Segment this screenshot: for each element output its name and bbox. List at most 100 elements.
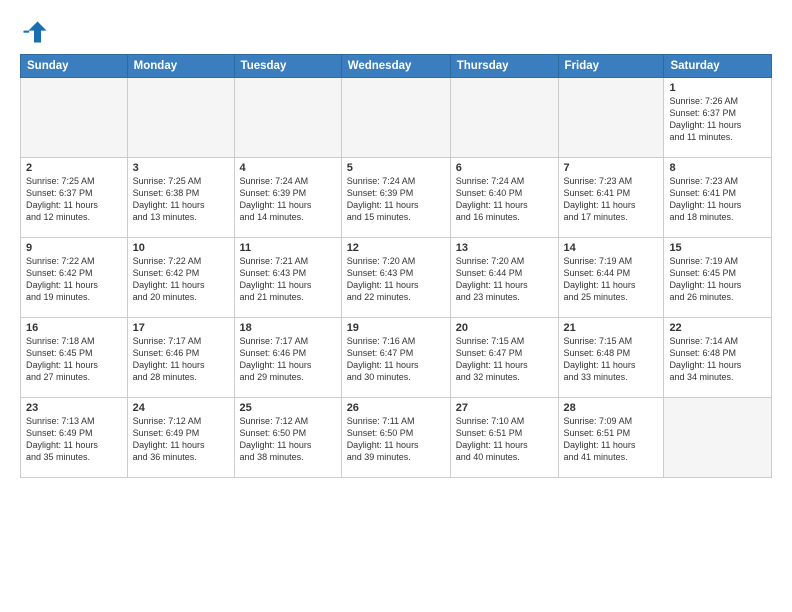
day-number: 2 <box>26 162 122 174</box>
cell-details: Sunrise: 7:17 AM Sunset: 6:46 PM Dayligh… <box>133 335 229 384</box>
calendar-week-row: 2Sunrise: 7:25 AM Sunset: 6:37 PM Daylig… <box>21 158 772 238</box>
cell-details: Sunrise: 7:15 AM Sunset: 6:47 PM Dayligh… <box>456 335 553 384</box>
calendar-header-monday: Monday <box>127 55 234 78</box>
calendar-cell: 13Sunrise: 7:20 AM Sunset: 6:44 PM Dayli… <box>450 238 558 318</box>
calendar-cell: 3Sunrise: 7:25 AM Sunset: 6:38 PM Daylig… <box>127 158 234 238</box>
calendar-cell <box>558 78 664 158</box>
cell-details: Sunrise: 7:19 AM Sunset: 6:44 PM Dayligh… <box>564 255 659 304</box>
cell-details: Sunrise: 7:16 AM Sunset: 6:47 PM Dayligh… <box>347 335 445 384</box>
calendar-cell: 14Sunrise: 7:19 AM Sunset: 6:44 PM Dayli… <box>558 238 664 318</box>
day-number: 13 <box>456 242 553 254</box>
calendar-cell: 10Sunrise: 7:22 AM Sunset: 6:42 PM Dayli… <box>127 238 234 318</box>
calendar-header-friday: Friday <box>558 55 664 78</box>
calendar-cell: 25Sunrise: 7:12 AM Sunset: 6:50 PM Dayli… <box>234 398 341 478</box>
cell-details: Sunrise: 7:10 AM Sunset: 6:51 PM Dayligh… <box>456 415 553 464</box>
calendar-cell: 21Sunrise: 7:15 AM Sunset: 6:48 PM Dayli… <box>558 318 664 398</box>
cell-details: Sunrise: 7:25 AM Sunset: 6:37 PM Dayligh… <box>26 175 122 224</box>
cell-details: Sunrise: 7:26 AM Sunset: 6:37 PM Dayligh… <box>669 95 766 144</box>
day-number: 25 <box>240 402 336 414</box>
day-number: 7 <box>564 162 659 174</box>
day-number: 21 <box>564 322 659 334</box>
cell-details: Sunrise: 7:14 AM Sunset: 6:48 PM Dayligh… <box>669 335 766 384</box>
calendar-cell <box>127 78 234 158</box>
calendar-cell: 20Sunrise: 7:15 AM Sunset: 6:47 PM Dayli… <box>450 318 558 398</box>
logo <box>20 18 52 46</box>
calendar-cell: 9Sunrise: 7:22 AM Sunset: 6:42 PM Daylig… <box>21 238 128 318</box>
day-number: 18 <box>240 322 336 334</box>
logo-icon <box>20 18 48 46</box>
cell-details: Sunrise: 7:24 AM Sunset: 6:40 PM Dayligh… <box>456 175 553 224</box>
day-number: 15 <box>669 242 766 254</box>
calendar-week-row: 23Sunrise: 7:13 AM Sunset: 6:49 PM Dayli… <box>21 398 772 478</box>
day-number: 19 <box>347 322 445 334</box>
day-number: 28 <box>564 402 659 414</box>
calendar-cell: 26Sunrise: 7:11 AM Sunset: 6:50 PM Dayli… <box>341 398 450 478</box>
day-number: 6 <box>456 162 553 174</box>
calendar-cell: 18Sunrise: 7:17 AM Sunset: 6:46 PM Dayli… <box>234 318 341 398</box>
calendar-cell: 19Sunrise: 7:16 AM Sunset: 6:47 PM Dayli… <box>341 318 450 398</box>
cell-details: Sunrise: 7:20 AM Sunset: 6:44 PM Dayligh… <box>456 255 553 304</box>
calendar-header-saturday: Saturday <box>664 55 772 78</box>
day-number: 10 <box>133 242 229 254</box>
day-number: 5 <box>347 162 445 174</box>
day-number: 24 <box>133 402 229 414</box>
calendar-cell: 2Sunrise: 7:25 AM Sunset: 6:37 PM Daylig… <box>21 158 128 238</box>
calendar-week-row: 9Sunrise: 7:22 AM Sunset: 6:42 PM Daylig… <box>21 238 772 318</box>
calendar-cell <box>341 78 450 158</box>
calendar-cell: 27Sunrise: 7:10 AM Sunset: 6:51 PM Dayli… <box>450 398 558 478</box>
calendar-week-row: 1Sunrise: 7:26 AM Sunset: 6:37 PM Daylig… <box>21 78 772 158</box>
cell-details: Sunrise: 7:24 AM Sunset: 6:39 PM Dayligh… <box>240 175 336 224</box>
day-number: 20 <box>456 322 553 334</box>
calendar-cell: 11Sunrise: 7:21 AM Sunset: 6:43 PM Dayli… <box>234 238 341 318</box>
calendar-cell: 22Sunrise: 7:14 AM Sunset: 6:48 PM Dayli… <box>664 318 772 398</box>
day-number: 11 <box>240 242 336 254</box>
page: SundayMondayTuesdayWednesdayThursdayFrid… <box>0 0 792 612</box>
cell-details: Sunrise: 7:24 AM Sunset: 6:39 PM Dayligh… <box>347 175 445 224</box>
calendar-cell: 15Sunrise: 7:19 AM Sunset: 6:45 PM Dayli… <box>664 238 772 318</box>
calendar-cell: 8Sunrise: 7:23 AM Sunset: 6:41 PM Daylig… <box>664 158 772 238</box>
cell-details: Sunrise: 7:11 AM Sunset: 6:50 PM Dayligh… <box>347 415 445 464</box>
cell-details: Sunrise: 7:12 AM Sunset: 6:49 PM Dayligh… <box>133 415 229 464</box>
day-number: 17 <box>133 322 229 334</box>
cell-details: Sunrise: 7:19 AM Sunset: 6:45 PM Dayligh… <box>669 255 766 304</box>
day-number: 8 <box>669 162 766 174</box>
calendar-header-row: SundayMondayTuesdayWednesdayThursdayFrid… <box>21 55 772 78</box>
day-number: 27 <box>456 402 553 414</box>
header <box>20 18 772 46</box>
calendar-cell: 1Sunrise: 7:26 AM Sunset: 6:37 PM Daylig… <box>664 78 772 158</box>
cell-details: Sunrise: 7:20 AM Sunset: 6:43 PM Dayligh… <box>347 255 445 304</box>
cell-details: Sunrise: 7:15 AM Sunset: 6:48 PM Dayligh… <box>564 335 659 384</box>
calendar-cell: 6Sunrise: 7:24 AM Sunset: 6:40 PM Daylig… <box>450 158 558 238</box>
calendar-cell <box>450 78 558 158</box>
calendar-header-sunday: Sunday <box>21 55 128 78</box>
calendar-cell: 7Sunrise: 7:23 AM Sunset: 6:41 PM Daylig… <box>558 158 664 238</box>
calendar-cell <box>664 398 772 478</box>
cell-details: Sunrise: 7:22 AM Sunset: 6:42 PM Dayligh… <box>133 255 229 304</box>
calendar-header-thursday: Thursday <box>450 55 558 78</box>
cell-details: Sunrise: 7:13 AM Sunset: 6:49 PM Dayligh… <box>26 415 122 464</box>
cell-details: Sunrise: 7:12 AM Sunset: 6:50 PM Dayligh… <box>240 415 336 464</box>
calendar-cell: 17Sunrise: 7:17 AM Sunset: 6:46 PM Dayli… <box>127 318 234 398</box>
day-number: 22 <box>669 322 766 334</box>
day-number: 16 <box>26 322 122 334</box>
calendar-cell: 12Sunrise: 7:20 AM Sunset: 6:43 PM Dayli… <box>341 238 450 318</box>
calendar-cell: 24Sunrise: 7:12 AM Sunset: 6:49 PM Dayli… <box>127 398 234 478</box>
calendar-cell: 16Sunrise: 7:18 AM Sunset: 6:45 PM Dayli… <box>21 318 128 398</box>
cell-details: Sunrise: 7:25 AM Sunset: 6:38 PM Dayligh… <box>133 175 229 224</box>
calendar-header-wednesday: Wednesday <box>341 55 450 78</box>
calendar-cell: 23Sunrise: 7:13 AM Sunset: 6:49 PM Dayli… <box>21 398 128 478</box>
day-number: 3 <box>133 162 229 174</box>
cell-details: Sunrise: 7:18 AM Sunset: 6:45 PM Dayligh… <box>26 335 122 384</box>
day-number: 26 <box>347 402 445 414</box>
cell-details: Sunrise: 7:22 AM Sunset: 6:42 PM Dayligh… <box>26 255 122 304</box>
calendar-cell: 4Sunrise: 7:24 AM Sunset: 6:39 PM Daylig… <box>234 158 341 238</box>
calendar-cell: 28Sunrise: 7:09 AM Sunset: 6:51 PM Dayli… <box>558 398 664 478</box>
calendar-header-tuesday: Tuesday <box>234 55 341 78</box>
calendar: SundayMondayTuesdayWednesdayThursdayFrid… <box>20 54 772 478</box>
calendar-cell: 5Sunrise: 7:24 AM Sunset: 6:39 PM Daylig… <box>341 158 450 238</box>
cell-details: Sunrise: 7:17 AM Sunset: 6:46 PM Dayligh… <box>240 335 336 384</box>
calendar-cell <box>234 78 341 158</box>
day-number: 12 <box>347 242 445 254</box>
day-number: 4 <box>240 162 336 174</box>
calendar-week-row: 16Sunrise: 7:18 AM Sunset: 6:45 PM Dayli… <box>21 318 772 398</box>
